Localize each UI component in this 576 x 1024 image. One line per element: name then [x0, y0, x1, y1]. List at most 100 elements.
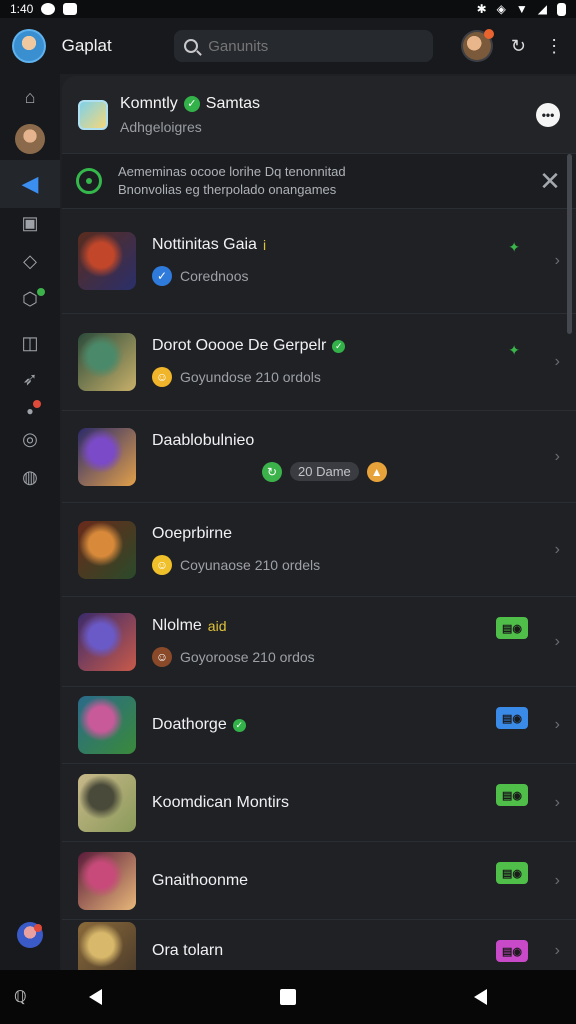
banner-line-2: Bnonvolias eg therpolado onangames: [118, 182, 337, 197]
game-badge-icon: ▤◉: [496, 617, 528, 639]
title-tag: i: [262, 237, 267, 253]
row-subtitle-text: Coyunaose 210 ordels: [180, 556, 321, 573]
chevron-right-icon[interactable]: ›: [555, 633, 560, 651]
chat-notif-icon[interactable]: ●: [15, 396, 45, 426]
game-badge-icon: ▤◉: [496, 862, 528, 884]
status-dot: [37, 288, 45, 296]
alert-icon: ▲: [366, 461, 387, 482]
list-item[interactable]: Koomdican Montirs ▤◉ ›: [62, 764, 576, 842]
title-tag: aid: [207, 617, 227, 634]
chevron-right-icon[interactable]: ›: [555, 541, 560, 559]
game-list: Nottinitas Gaia i ✓ Corednoos ✦ › Dorot Ooooe …: [62, 209, 576, 970]
user-avatar[interactable]: [460, 29, 494, 62]
list-item[interactable]: Doathorge ✓ ▤◉ ›: [62, 687, 576, 764]
game-thumbnail: [78, 773, 136, 832]
community-menu-icon[interactable]: •••: [536, 102, 560, 127]
globe-icon[interactable]: ◍: [15, 462, 45, 492]
community-name-suffix: Samtas: [205, 94, 261, 112]
sidebar: ⌂ ◀ ▣ ◇ ⬡ ◫ ➶ ● ◎ ◍: [0, 74, 60, 970]
more-options-icon[interactable]: ⋮: [544, 36, 564, 57]
search-input[interactable]: [208, 37, 409, 55]
community-panel: Komntly ✓ Samtas Adhgeloigres ••• Aememi…: [62, 76, 576, 970]
game-name: Koomdican Montirs: [152, 793, 289, 811]
battery-icon: [557, 2, 566, 16]
profile-avatar[interactable]: [12, 29, 46, 63]
game-badge-icon: ▤◉: [496, 940, 528, 962]
top-app-bar: Gaplat ↻ ⋮: [0, 18, 576, 74]
list-item[interactable]: Nlolme aid ☺ Goyoroose 210 ordos ▤◉ ›: [62, 597, 576, 687]
verified-icon: ✓: [332, 339, 346, 353]
notification-dot: [34, 924, 42, 932]
assistant-icon[interactable]: ℚ: [14, 987, 27, 1007]
row-title: Ooeprbirne: [152, 525, 320, 543]
chat-icon[interactable]: ▣: [15, 208, 45, 238]
list-item[interactable]: Daablobulnieo ↻ 20 Dame ▲ ›: [62, 411, 576, 503]
row-title: Daablobulnieo: [152, 432, 387, 450]
list-item[interactable]: Ora tolarn ▤◉ ›: [62, 920, 576, 970]
list-item[interactable]: Nottinitas Gaia i ✓ Corednoos ✦ ›: [62, 209, 576, 314]
sidebar-avatar[interactable]: [15, 124, 45, 154]
back-button[interactable]: [89, 989, 102, 1005]
game-name: Ora tolarn: [152, 941, 224, 959]
chevron-right-icon[interactable]: ›: [555, 872, 560, 890]
game-thumbnail: [78, 232, 136, 290]
scrollbar[interactable]: [567, 154, 572, 334]
star-icon: ✦: [508, 239, 520, 255]
home-icon[interactable]: ⌂: [15, 82, 45, 112]
chevron-right-icon[interactable]: ›: [555, 942, 560, 960]
notification-dot: [483, 29, 494, 39]
row-title: Dorot Ooooe De Gerpelr ✓: [152, 337, 346, 355]
star-icon: ✦: [508, 342, 520, 358]
row-subtitle-text: Goyoroose 210 ordos: [180, 648, 315, 665]
signal-icon: ◢: [537, 2, 547, 16]
settings-icon[interactable]: ◎: [15, 424, 45, 454]
game-thumbnail: [78, 696, 136, 754]
status-icon: ☺: [152, 646, 172, 667]
game-thumbnail: [78, 520, 136, 579]
discord-icon[interactable]: ◀: [0, 160, 60, 208]
community-header[interactable]: Komntly ✓ Samtas Adhgeloigres •••: [62, 76, 576, 154]
game-name: Ooeprbirne: [152, 524, 233, 542]
community-subtitle: Adhgeloigres: [120, 118, 202, 135]
status-icon: ☺: [152, 554, 172, 575]
chevron-right-icon[interactable]: ›: [555, 353, 560, 371]
notification-dot: [33, 400, 41, 408]
search-bar[interactable]: [174, 30, 433, 62]
community-title: Komntly ✓ Samtas: [120, 95, 260, 113]
home-button[interactable]: [280, 989, 296, 1005]
row-title: Gnaithoonme: [152, 872, 248, 890]
search-icon: [184, 39, 199, 53]
chevron-right-icon[interactable]: ›: [555, 716, 560, 734]
row-title: Nottinitas Gaia i: [152, 236, 266, 254]
chevron-right-icon[interactable]: ›: [555, 794, 560, 812]
close-icon[interactable]: ✕: [538, 166, 562, 197]
status-time: 1:40: [10, 2, 34, 16]
list-item[interactable]: Gnaithoonme ▤◉ ›: [62, 842, 576, 920]
game-badge-icon: ▤◉: [496, 784, 528, 806]
banner-line-1: Aememinas ocooe lorihe Dq tenonnitad: [118, 164, 346, 179]
game-thumbnail: [78, 851, 136, 910]
rocket-icon[interactable]: ➶: [15, 364, 45, 394]
status-icon: ☺: [152, 367, 172, 387]
refresh-icon[interactable]: ↻: [509, 36, 529, 57]
community-name: Komntly: [120, 94, 178, 112]
status-ring-icon: [76, 168, 102, 194]
game-name: Doathorge: [152, 716, 227, 733]
row-subtitle: ✓ Corednoos: [152, 266, 266, 286]
game-name: Dorot Ooooe De Gerpelr: [152, 337, 327, 354]
chevron-right-icon[interactable]: ›: [555, 252, 560, 270]
game-badge-icon: ▤◉: [496, 707, 528, 729]
game-name: Gnaithoonme: [152, 871, 249, 889]
app-title: Gaplat: [61, 36, 112, 55]
row-subtitle-text: Goyundose 210 ordols: [180, 369, 321, 385]
row-title: Koomdican Montirs: [152, 794, 289, 812]
game-name: Nlolme: [152, 616, 202, 634]
row-subtitle: ☺ Goyoroose 210 ordos: [152, 646, 315, 667]
image-icon[interactable]: ◫: [15, 328, 45, 358]
chevron-right-icon[interactable]: ›: [555, 448, 560, 466]
shield-icon[interactable]: ◇: [15, 246, 45, 276]
list-item[interactable]: Ooeprbirne ☺ Coyunaose 210 ordels ›: [62, 503, 576, 597]
recents-button[interactable]: [474, 989, 487, 1005]
status-icon: ↻: [262, 461, 282, 482]
list-item[interactable]: Dorot Ooooe De Gerpelr ✓ ☺ Goyundose 210 or…: [62, 314, 576, 411]
